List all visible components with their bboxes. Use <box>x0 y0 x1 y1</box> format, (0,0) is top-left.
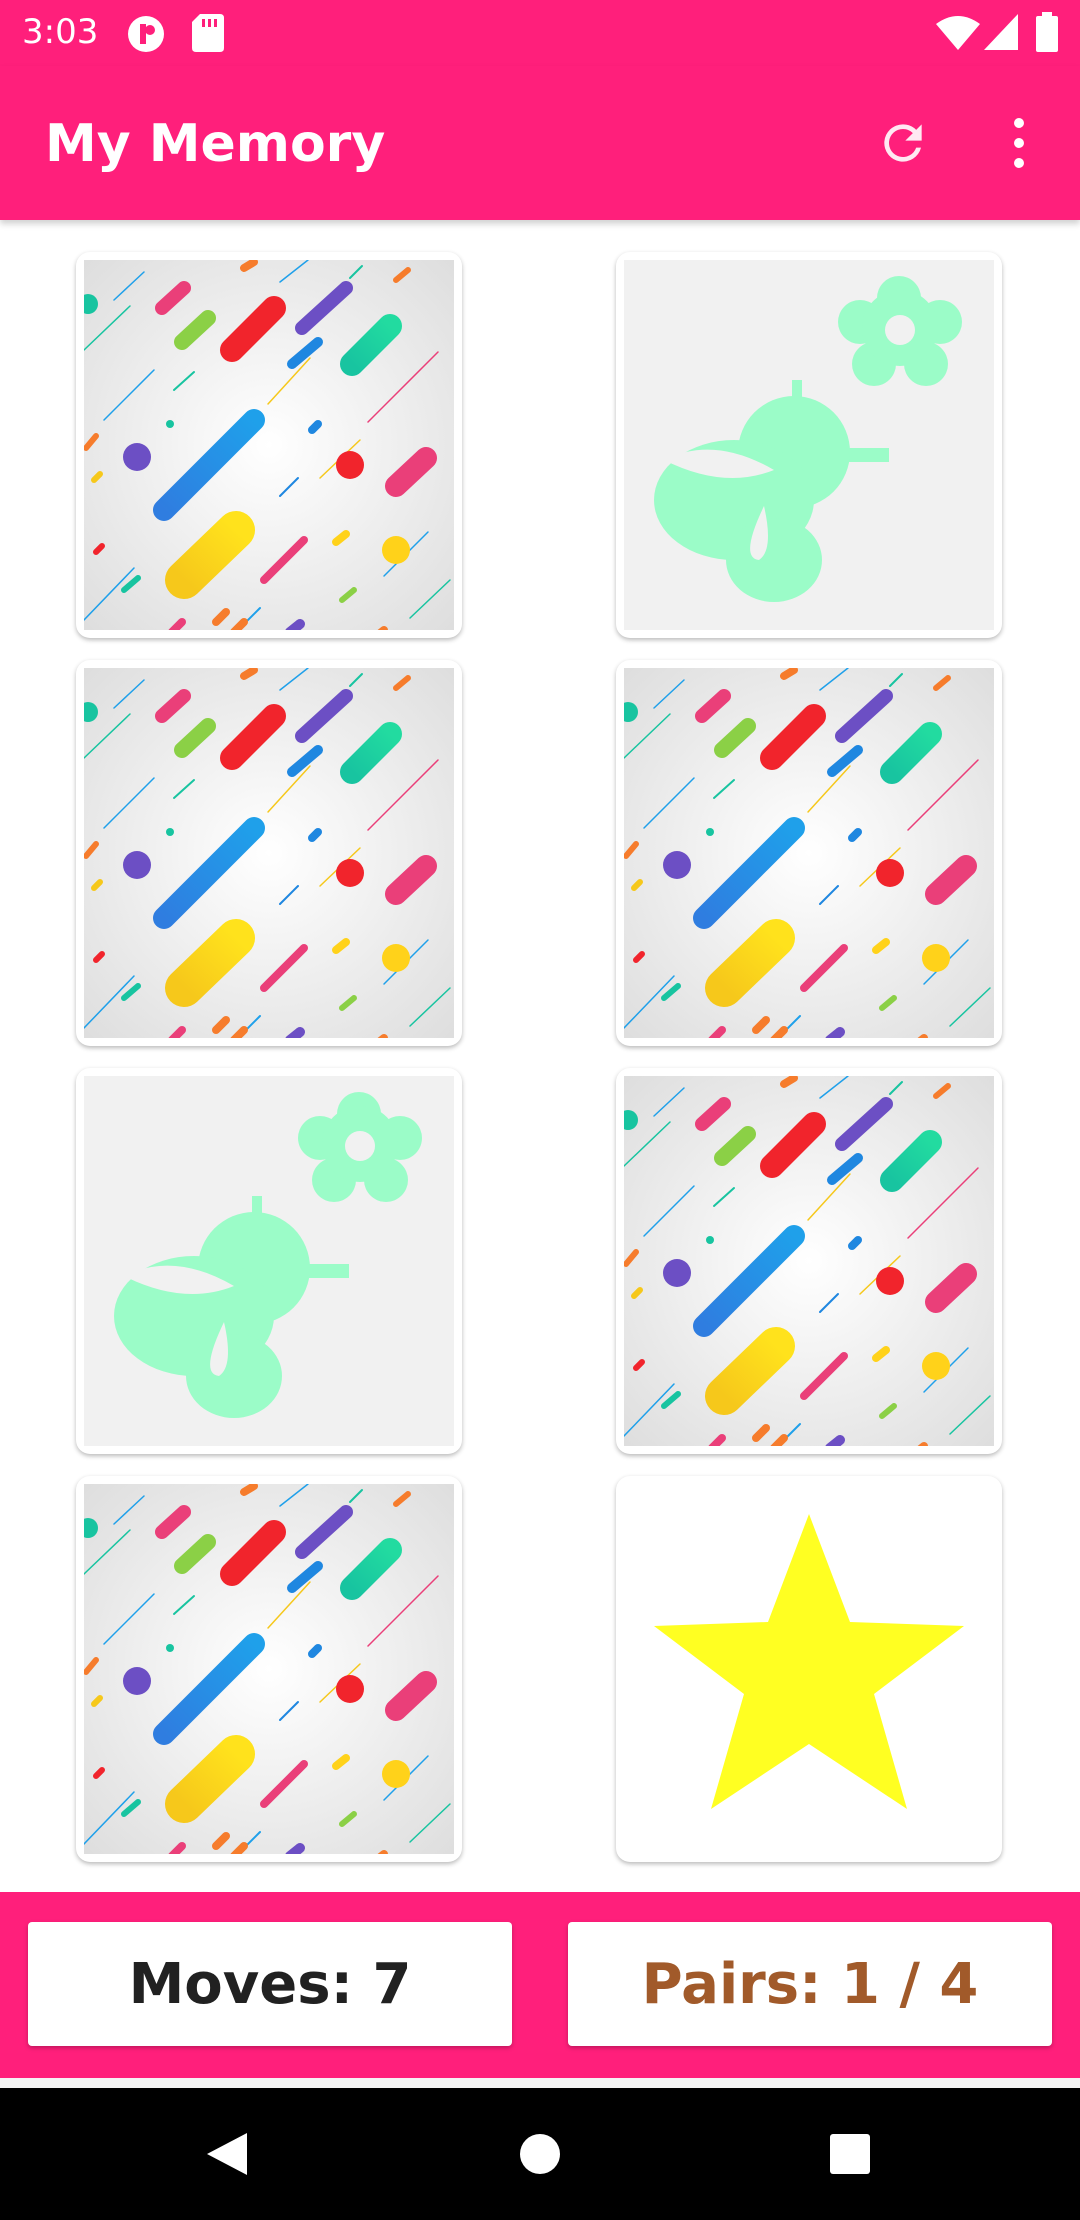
battery-icon <box>1036 12 1058 57</box>
card-back-confetti <box>624 668 994 1038</box>
memory-card-3[interactable] <box>76 660 462 1046</box>
card-back-confetti <box>84 1484 454 1854</box>
card-back-confetti <box>624 1076 994 1446</box>
recents-square-icon <box>830 2134 870 2174</box>
overflow-menu-button[interactable] <box>984 108 1054 178</box>
bee-flower-image <box>624 260 994 630</box>
status-time: 3:03 <box>22 12 99 52</box>
moves-counter: Moves: 7 <box>28 1922 512 2046</box>
more-vert-icon <box>1014 118 1024 168</box>
divider <box>0 2078 1080 2088</box>
sd-card-icon <box>192 14 224 57</box>
memory-card-7[interactable] <box>76 1476 462 1862</box>
cell-signal-icon <box>984 14 1018 55</box>
card-back-confetti <box>84 260 454 630</box>
home-circle-icon <box>520 2134 560 2174</box>
recents-button[interactable] <box>810 2114 890 2194</box>
bee-flower-image <box>84 1076 454 1446</box>
stats-bar: Moves: 7 Pairs: 1 / 4 <box>0 1892 1080 2078</box>
memory-card-2[interactable] <box>616 252 1002 638</box>
refresh-icon <box>884 124 922 162</box>
app-bar: My Memory <box>0 66 1080 220</box>
pairs-counter: Pairs: 1 / 4 <box>568 1922 1052 2046</box>
status-bar: 3:03 <box>0 0 1080 66</box>
star-image <box>624 1484 994 1854</box>
memory-card-6[interactable] <box>616 1068 1002 1454</box>
system-nav-bar <box>0 2088 1080 2220</box>
home-button[interactable] <box>500 2114 580 2194</box>
notification-app-icon <box>126 14 166 59</box>
app-title: My Memory <box>45 114 386 174</box>
wifi-icon <box>936 16 980 55</box>
memory-card-5[interactable] <box>76 1068 462 1454</box>
screen: 3:03 My Memory Moves: 7 Pairs: 1 / 4 <box>0 0 1080 2220</box>
back-button[interactable] <box>186 2114 266 2194</box>
memory-card-8[interactable] <box>616 1476 1002 1862</box>
card-back-confetti <box>84 668 454 1038</box>
card-grid <box>0 220 1080 1892</box>
memory-card-1[interactable] <box>76 252 462 638</box>
memory-card-4[interactable] <box>616 660 1002 1046</box>
refresh-button[interactable] <box>868 108 938 178</box>
back-triangle-icon <box>207 2133 247 2175</box>
